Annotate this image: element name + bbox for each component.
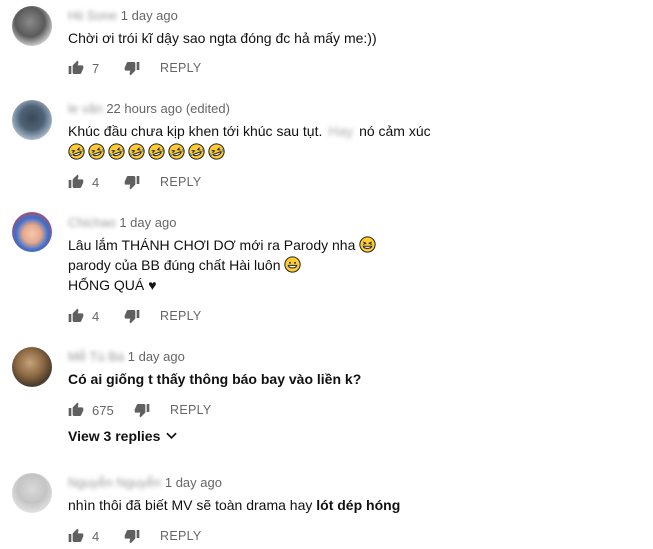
- comment-text: Chời ơi trói kĩ dậy sao ngta đóng đc hả …: [68, 30, 377, 46]
- reply-button[interactable]: REPLY: [160, 529, 202, 543]
- comment-actions: 7 REPLY: [68, 58, 202, 78]
- like-count: 675: [92, 402, 114, 418]
- author-name[interactable]: Hii Sone: [68, 8, 117, 23]
- comment-actions: 675 REPLY: [68, 400, 212, 420]
- rofl-emoji-icon: [148, 143, 165, 160]
- thumbs-up-icon[interactable]: [68, 402, 84, 418]
- rofl-emoji-icon: [168, 143, 185, 160]
- thumbs-down-icon[interactable]: [124, 308, 140, 324]
- like-count: 4: [92, 174, 100, 190]
- rofl-emoji-icon: [188, 143, 205, 160]
- comment-actions: 4 REPLY: [68, 172, 202, 192]
- comment-actions: 4 REPLY: [68, 526, 202, 546]
- comment-text: Lâu lắm THÁNH CHƠI DƠ mới ra Parody nha: [68, 237, 356, 253]
- reply-button[interactable]: REPLY: [160, 309, 202, 323]
- emoji-row: [68, 142, 228, 162]
- avatar[interactable]: [12, 6, 52, 46]
- reply-button[interactable]: REPLY: [160, 175, 202, 189]
- reply-button[interactable]: REPLY: [160, 61, 202, 75]
- rofl-emoji-icon: [68, 143, 85, 160]
- heart-icon: ♥: [148, 277, 157, 293]
- timestamp[interactable]: 1 day ago: [121, 8, 178, 23]
- comment-actions: 4 REPLY: [68, 306, 202, 326]
- comment-meta: Chichao 1 day ago: [68, 215, 176, 230]
- comment-text: HỐNG QUÁ: [68, 277, 145, 293]
- like-count: 4: [92, 308, 100, 324]
- thumbs-down-icon[interactable]: [124, 174, 140, 190]
- author-name[interactable]: Nguyễn Nguyễn: [68, 475, 161, 490]
- view-replies-button[interactable]: View 3 replies: [68, 428, 178, 444]
- rofl-emoji-icon: [88, 143, 105, 160]
- rofl-emoji-icon: [108, 143, 125, 160]
- comment-meta: Hii Sone 1 day ago: [68, 8, 178, 23]
- comment-meta: Mễ Tú Ba 1 day ago: [68, 349, 185, 364]
- author-name[interactable]: Mễ Tú Ba: [68, 349, 124, 364]
- reply-button[interactable]: REPLY: [170, 403, 212, 417]
- avatar[interactable]: [12, 212, 52, 252]
- chevron-down-icon: [166, 432, 178, 440]
- comment-text: Có ai giống t thấy thông báo bay vào liề…: [68, 371, 362, 387]
- thumbs-up-icon[interactable]: [68, 308, 84, 324]
- avatar[interactable]: [12, 100, 52, 140]
- comment-text: nhìn thôi đã biết MV sẽ toàn drama hay l…: [68, 495, 400, 515]
- thumbs-down-icon[interactable]: [124, 528, 140, 544]
- comment-text-line: Lâu lắm THÁNH CHƠI DƠ mới ra Parody nha: [68, 235, 379, 255]
- thumbs-up-icon[interactable]: [68, 174, 84, 190]
- like-count: 7: [92, 60, 100, 76]
- comment-meta: Nguyễn Nguyễn 1 day ago: [68, 475, 222, 490]
- comment-text-part: nhìn thôi đã biết MV sẽ toàn drama hay: [68, 497, 313, 513]
- thumbs-down-icon[interactable]: [134, 402, 150, 418]
- grinning-face-icon: [284, 256, 302, 273]
- comment-meta: le văn 22 hours ago (edited): [68, 101, 230, 116]
- avatar[interactable]: [12, 347, 52, 387]
- rofl-emoji-icon: [128, 143, 145, 160]
- rofl-emoji-icon: [208, 143, 225, 160]
- author-name[interactable]: le văn: [68, 101, 103, 116]
- thumbs-up-icon[interactable]: [68, 60, 84, 76]
- redacted-word: Hay: [328, 123, 354, 139]
- comment-text: parody của BB đúng chất Hài luôn: [68, 257, 281, 273]
- avatar[interactable]: [12, 473, 52, 513]
- timestamp[interactable]: 22 hours ago (edited): [106, 101, 230, 116]
- comment-text-part: nó cảm xúc: [359, 123, 431, 139]
- timestamp[interactable]: 1 day ago: [119, 215, 176, 230]
- view-replies-label: View 3 replies: [68, 428, 161, 444]
- comment-text-part: Khúc đầu chưa kịp khen tới khúc sau tụt.: [68, 123, 323, 139]
- comment-text-line: HỐNG QUÁ ♥: [68, 275, 157, 295]
- timestamp[interactable]: 1 day ago: [128, 349, 185, 364]
- thumbs-up-icon[interactable]: [68, 528, 84, 544]
- like-count: 4: [92, 528, 100, 544]
- timestamp[interactable]: 1 day ago: [165, 475, 222, 490]
- grinning-squinting-face-icon: [359, 236, 376, 253]
- comment-text: Khúc đầu chưa kịp khen tới khúc sau tụt.…: [68, 121, 431, 141]
- author-name[interactable]: Chichao: [68, 215, 116, 230]
- comment-text-bold: lót dép hóng: [316, 497, 401, 513]
- thumbs-down-icon[interactable]: [124, 60, 140, 76]
- comment-text-line: parody của BB đúng chất Hài luôn: [68, 255, 304, 275]
